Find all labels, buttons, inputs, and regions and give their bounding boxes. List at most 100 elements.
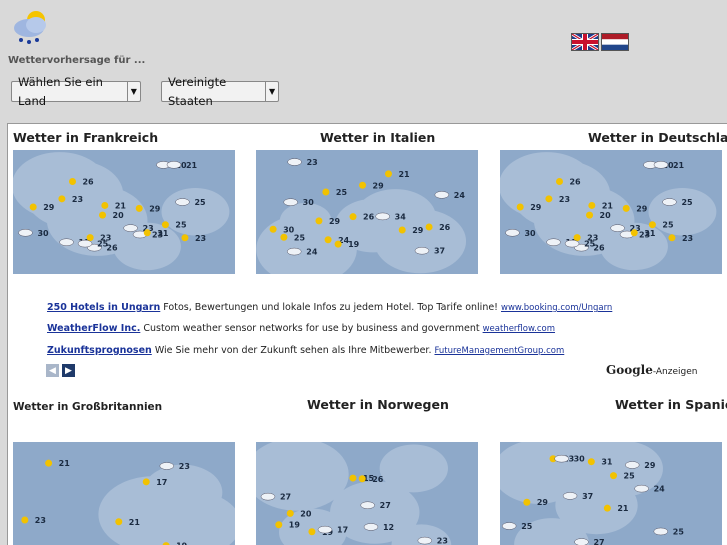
temperature-label: 25 [681,198,693,207]
ad-link[interactable]: Zukunftsprognosen [47,345,152,356]
country-select[interactable]: Wählen Sie ein Land ▼ [11,75,141,108]
sun-icon [101,201,109,209]
region-select-label: Vereinigte Staaten [168,74,227,108]
sun-icon [315,217,323,225]
chevron-down-icon[interactable]: ▼ [265,82,278,101]
cloud-icon [434,191,450,199]
map-spain[interactable]: 23253130213325242929272537 [500,442,722,545]
temperature-label: 23 [559,195,570,204]
cloud-icon [18,229,33,237]
cloud-icon [625,461,640,469]
temperature-label: 31 [601,458,613,467]
temperature-label: 23 [35,516,46,525]
prev-ad-icon[interactable]: ◀ [46,364,59,377]
sun-icon [142,478,150,486]
ad-url[interactable]: FutureManagementGroup.com [434,346,564,356]
ad-url[interactable]: weatherflow.com [483,324,555,334]
sun-icon [622,204,630,212]
temperature-label: 29 [149,204,161,213]
temperature-label: 23 [307,158,318,167]
cloud-icon [662,198,677,206]
temperature-label: 24 [654,485,666,494]
map-norway[interactable]: 12151917201927272326 [256,442,478,545]
temperature-label: 29 [636,204,648,213]
page-subtitle: Wettervorhersage für ... [8,55,146,66]
uk-flag-icon[interactable] [571,32,599,52]
sun-icon [324,236,332,244]
sun-icon [398,226,406,234]
section-title-italy[interactable]: Wetter in Italien [320,130,435,145]
sun-icon [308,528,316,536]
sun-icon [603,504,611,512]
map-france[interactable]: 21182020232126252323232926232531302529 [13,150,235,274]
sun-icon [269,225,277,233]
temperature-label: 23 [179,462,190,471]
temperature-label: 20 [113,211,125,220]
sun-icon [143,229,151,237]
temperature-label: 21 [617,504,629,513]
sun-icon [384,170,392,178]
section-title-uk[interactable]: Wetter in Großbritannien [13,401,162,413]
temperature-label: 31 [157,229,169,238]
temperature-label: 25 [662,221,674,230]
temperature-label: 23 [72,195,83,204]
cloud-icon [77,239,93,248]
sun-icon [516,203,524,211]
sun-icon [45,459,53,467]
region-select[interactable]: Vereinigte Staaten ▼ [161,75,279,108]
cloud-icon [363,523,379,531]
temperature-label: 37 [582,492,593,501]
nl-flag-icon[interactable] [601,33,629,51]
ad-text: Fotos, Bewertungen und lokale Infos zu j… [160,302,498,313]
sun-icon [586,211,594,219]
ad-item: Zukunftsprognosen Wie Sie mehr von der Z… [47,345,564,356]
section-title-germany[interactable]: Wetter in Deutschland [588,130,727,145]
google-brand: Google [606,363,653,377]
temperature-label: 21 [602,201,614,210]
section-title-norway[interactable]: Wetter in Norwegen [307,397,449,412]
cloud-icon [175,198,190,206]
ad-url[interactable]: www.booking.com/Ungarn [501,303,612,313]
cloud-icon [287,247,302,256]
temperature-label: 26 [569,177,581,186]
cloud-icon [317,525,333,534]
temperature-label: 27 [593,538,604,545]
temperature-label: 25 [624,472,636,481]
ads-label: -Anzeigen [652,367,698,377]
sun-icon [115,518,123,526]
cloud-icon [59,238,74,246]
temperature-label: 21 [129,518,141,527]
ad-link[interactable]: 250 Hotels in Ungarn [47,302,160,313]
temperature-label: 29 [412,226,424,235]
cloud-icon [653,161,669,169]
section-title-france[interactable]: Wetter in Frankreich [13,130,158,145]
temperature-label: 29 [329,217,341,226]
map-germany[interactable]: 21182020232126252323232926232531302529 [500,150,722,274]
sun-icon [86,234,94,242]
cloud-icon [610,224,625,232]
sun-icon [99,211,107,219]
temperature-label: 21 [59,459,71,468]
sun-icon [135,204,143,212]
ad-item: WeatherFlow Inc. Custom weather sensor n… [47,323,555,334]
sun-icon [425,223,433,231]
cloud-icon [505,229,520,237]
chevron-down-icon[interactable]: ▼ [126,82,140,101]
temperature-label: 25 [584,240,596,249]
ad-text: Custom weather sensor networks for use b… [140,323,480,334]
google-ads-label[interactable]: Google-Anzeigen [606,363,697,377]
weather-cloud-rain-icon[interactable] [9,6,53,48]
temperature-label: 31 [644,229,656,238]
country-select-label: Wählen Sie ein Land [18,74,103,108]
section-title-spain[interactable]: Wetter in Spanien [615,397,727,412]
sun-icon [322,188,330,196]
map-italy[interactable]: 25 24 24 19 30 25 21 26 23 24 26 29 30 29 29 37 34 [256,150,478,274]
sun-icon [555,177,563,185]
cloud-icon [653,527,669,536]
next-ad-icon[interactable]: ▶ [62,364,75,377]
cloud-icon [554,454,569,463]
ad-link[interactable]: WeatherFlow Inc. [47,323,140,334]
cloud-icon [287,158,302,166]
temperature-label: 29 [537,498,549,507]
map-uk[interactable]: 1719212317222123 [13,442,235,545]
